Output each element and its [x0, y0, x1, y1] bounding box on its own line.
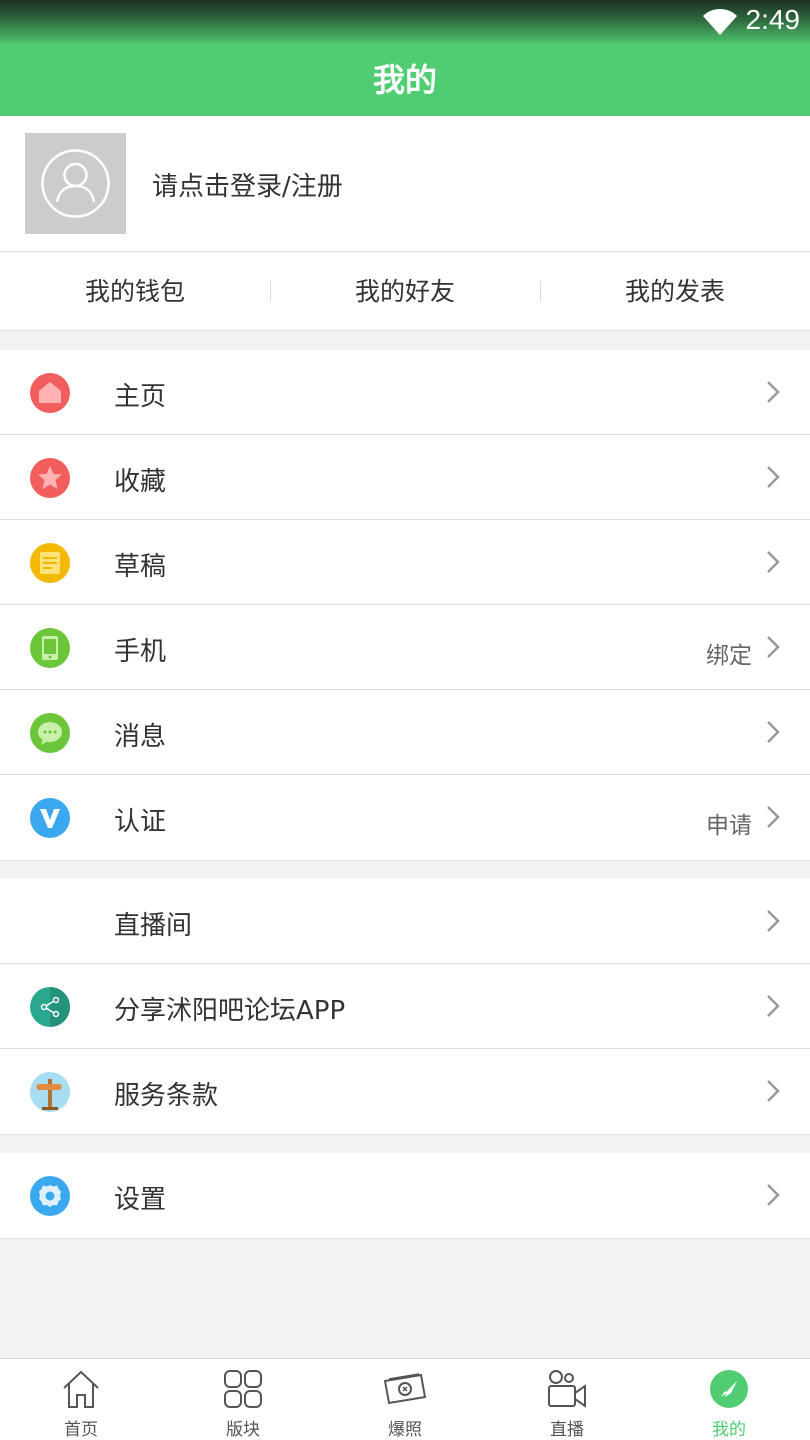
menu-item-label: 设置 — [114, 1185, 167, 1215]
menu-item-verification[interactable]: 认证 申请 — [0, 775, 810, 860]
chevron-right-icon — [767, 1184, 780, 1206]
friends-link[interactable]: 我的好友 — [270, 252, 540, 330]
menu-item-phone[interactable]: 手机 绑定 — [0, 605, 810, 690]
tab-label: 我的 — [712, 1420, 746, 1440]
chevron-right-icon — [767, 910, 780, 932]
tab-home[interactable]: 首页 — [0, 1359, 162, 1440]
menu-item-label: 分享沭阳吧论坛APP — [114, 996, 346, 1026]
menu-group-2: 直播间 分享沭阳吧论坛APP 服务条款 — [0, 879, 810, 1135]
bind-phone-status: 绑定 — [706, 643, 752, 669]
phone-icon — [30, 628, 70, 668]
menu-item-terms[interactable]: 服务条款 — [0, 1049, 810, 1134]
chevron-right-icon — [767, 381, 780, 403]
message-icon — [30, 713, 70, 753]
status-bar: 2:49 — [0, 0, 810, 44]
photo-icon — [383, 1373, 427, 1405]
wifi-icon — [703, 8, 737, 35]
menu-item-label: 直播间 — [114, 911, 193, 941]
menu-item-settings[interactable]: 设置 — [0, 1153, 810, 1238]
menu-item-messages[interactable]: 消息 — [0, 690, 810, 775]
status-time: 2:49 — [745, 4, 801, 35]
tab-label: 爆照 — [388, 1420, 422, 1440]
menu-item-drafts[interactable]: 草稿 — [0, 520, 810, 605]
verify-icon — [30, 798, 70, 838]
menu-item-home[interactable]: 主页 — [0, 350, 810, 435]
share-icon — [30, 987, 70, 1027]
quick-links: 我的钱包 我的好友 我的发表 — [0, 252, 810, 331]
menu-group-1: 主页 收藏 草稿 手机 绑定 消息 认证 申请 — [0, 350, 810, 861]
tab-label: 首页 — [64, 1420, 98, 1440]
menu-group-3: 设置 — [0, 1153, 810, 1239]
tab-sections[interactable]: 版块 — [162, 1359, 324, 1440]
posts-link[interactable]: 我的发表 — [540, 252, 810, 330]
chevron-right-icon — [767, 636, 780, 658]
menu-item-live-room[interactable]: 直播间 — [0, 879, 810, 964]
home-outline-icon — [63, 1370, 99, 1408]
tab-label: 直播 — [550, 1420, 584, 1440]
menu-item-label: 手机 — [114, 637, 167, 667]
menu-item-label: 认证 — [114, 807, 167, 837]
apply-status: 申请 — [706, 813, 752, 839]
chevron-right-icon — [767, 806, 780, 828]
chevron-right-icon — [767, 551, 780, 573]
menu-item-share-app[interactable]: 分享沭阳吧论坛APP — [0, 964, 810, 1049]
draft-icon — [30, 543, 70, 583]
menu-item-label: 消息 — [114, 722, 167, 752]
login-register-link[interactable]: 请点击登录/注册 — [152, 166, 343, 203]
settings-icon — [30, 1176, 70, 1216]
page-title: 我的 — [372, 61, 437, 99]
avatar[interactable] — [25, 133, 126, 234]
wallet-link[interactable]: 我的钱包 — [0, 252, 270, 330]
tab-mine[interactable]: 我的 — [648, 1359, 810, 1440]
signpost-icon — [30, 1072, 70, 1112]
menu-item-label: 主页 — [114, 382, 167, 412]
tab-label: 版块 — [226, 1420, 260, 1440]
menu-item-label: 草稿 — [114, 552, 167, 582]
user-icon — [41, 149, 110, 218]
chevron-right-icon — [767, 995, 780, 1017]
menu-item-label: 收藏 — [114, 467, 167, 497]
compass-icon — [710, 1370, 748, 1408]
menu-item-favorites[interactable]: 收藏 — [0, 435, 810, 520]
profile-section[interactable]: 请点击登录/注册 — [0, 116, 810, 252]
chevron-right-icon — [767, 466, 780, 488]
chevron-right-icon — [767, 1080, 780, 1102]
menu-item-label: 服务条款 — [114, 1081, 219, 1111]
chevron-right-icon — [767, 721, 780, 743]
home-icon — [30, 373, 70, 413]
title-bar: 我的 — [0, 44, 810, 116]
video-icon — [548, 1370, 586, 1408]
tab-live[interactable]: 直播 — [486, 1359, 648, 1440]
tab-photos[interactable]: 爆照 — [324, 1359, 486, 1440]
star-icon — [30, 458, 70, 498]
bottom-tab-bar: 首页 版块 爆照 直播 我的 — [0, 1358, 810, 1440]
grid-icon — [224, 1370, 262, 1408]
